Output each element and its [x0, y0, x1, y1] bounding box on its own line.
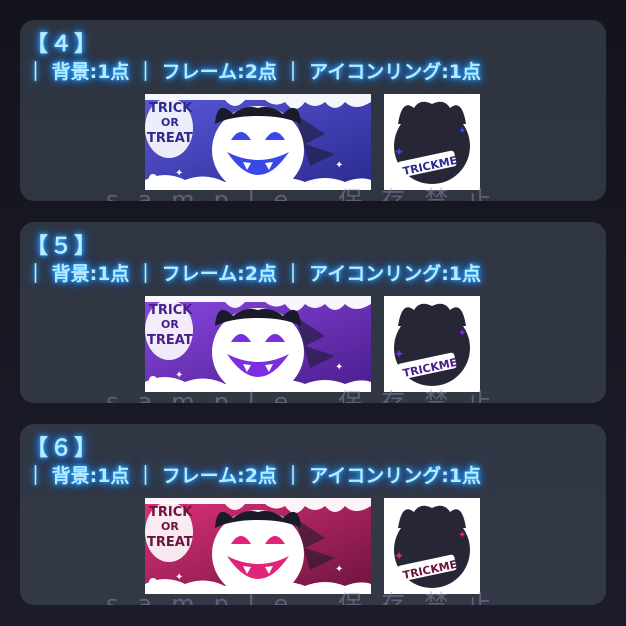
- banner-preview: TRICK OR TREAT ✦ ✦: [145, 498, 371, 594]
- svg-text:✦: ✦: [394, 347, 404, 361]
- bubble-text-or: OR: [161, 318, 179, 331]
- icon-ring-preview: TRICKME ✦ ✦: [384, 94, 480, 190]
- icon-ring-preview: TRICKME ✦ ✦: [384, 498, 480, 594]
- svg-text:✦: ✦: [458, 126, 466, 137]
- svg-text:✦: ✦: [335, 564, 343, 575]
- svg-text:✦: ✦: [394, 145, 404, 159]
- banner-preview: TRICK OR TREAT ✦ ✦: [145, 94, 371, 190]
- svg-text:✦: ✦: [175, 370, 183, 381]
- item-panel-4: 【４】 ｜ 背景:1点 ｜ フレーム:2点 ｜ アイコンリング:1点 TRICK…: [20, 20, 606, 201]
- bubble-text-trick: TRICK: [149, 303, 193, 318]
- svg-text:✦: ✦: [335, 160, 343, 171]
- watermark: sample_保存禁止: [106, 590, 511, 605]
- bubble-text-treat: TREAT: [147, 131, 193, 146]
- watermark: sample_保存禁止: [106, 388, 511, 403]
- bubble-text-or: OR: [161, 520, 179, 533]
- panel-title: 【４】: [26, 32, 99, 57]
- bubble-text-trick: TRICK: [149, 505, 193, 520]
- watermark: sample_保存禁止: [106, 186, 511, 201]
- bubble-text-trick: TRICK: [149, 101, 193, 116]
- svg-text:✦: ✦: [458, 530, 466, 541]
- panel-contents-label: ｜ 背景:1点 ｜ フレーム:2点 ｜ アイコンリング:1点: [26, 61, 482, 83]
- banner-preview: TRICK OR TREAT ✦ ✦: [145, 296, 371, 392]
- panel-contents-label: ｜ 背景:1点 ｜ フレーム:2点 ｜ アイコンリング:1点: [26, 465, 482, 487]
- bubble-text-treat: TREAT: [147, 333, 193, 348]
- svg-text:✦: ✦: [458, 328, 466, 339]
- panel-title: 【６】: [26, 436, 99, 461]
- svg-text:✦: ✦: [175, 572, 183, 583]
- bubble-text-treat: TREAT: [147, 535, 193, 550]
- panel-title: 【５】: [26, 234, 99, 259]
- svg-text:✦: ✦: [335, 362, 343, 373]
- panel-contents-label: ｜ 背景:1点 ｜ フレーム:2点 ｜ アイコンリング:1点: [26, 263, 482, 285]
- svg-text:✦: ✦: [175, 168, 183, 179]
- icon-ring-preview: TRICKME ✦ ✦: [384, 296, 480, 392]
- bubble-text-or: OR: [161, 116, 179, 129]
- item-panel-6: 【６】 ｜ 背景:1点 ｜ フレーム:2点 ｜ アイコンリング:1点 TRICK…: [20, 424, 606, 605]
- svg-text:✦: ✦: [394, 549, 404, 563]
- item-panel-5: 【５】 ｜ 背景:1点 ｜ フレーム:2点 ｜ アイコンリング:1点 TRICK…: [20, 222, 606, 403]
